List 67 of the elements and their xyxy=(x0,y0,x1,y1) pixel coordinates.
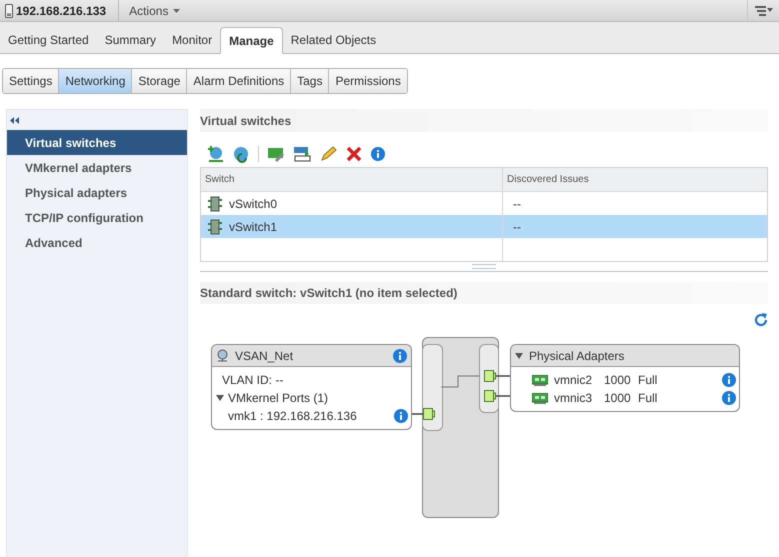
adapter-duplex: Full xyxy=(638,391,658,405)
vmkernel-port: vmk1 : 192.168.216.136 xyxy=(228,409,358,423)
table-cell: -- xyxy=(513,220,521,234)
info-icon[interactable] xyxy=(393,348,407,362)
info-icon[interactable] xyxy=(394,409,408,423)
sub-tab[interactable]: Alarm Definitions xyxy=(186,69,290,93)
sub-tab[interactable]: Settings xyxy=(3,69,58,93)
actions-menu[interactable]: Actions xyxy=(119,0,190,21)
info-icon[interactable] xyxy=(722,391,736,405)
adapters-title: Physical Adapters xyxy=(529,348,624,362)
sidebar-item[interactable]: Virtual switches xyxy=(7,130,187,155)
vlan-label: VLAN ID: -- xyxy=(222,373,284,387)
sub-tab[interactable]: Permissions xyxy=(328,69,407,93)
connector-line xyxy=(496,375,510,377)
sub-tab[interactable]: Tags xyxy=(290,69,328,93)
info-icon[interactable] xyxy=(371,147,385,161)
host-icon xyxy=(5,4,13,18)
table-cell: -- xyxy=(513,196,521,210)
refresh-network-icon[interactable] xyxy=(232,145,250,163)
table-cell: vSwitch0 xyxy=(229,196,278,210)
sub-tab[interactable]: Storage xyxy=(131,69,186,93)
tab[interactable]: Related Objects xyxy=(282,27,384,53)
tab[interactable]: Summary xyxy=(96,27,164,53)
section-title: Virtual switches xyxy=(200,109,768,132)
delete-icon[interactable] xyxy=(345,145,363,163)
switch-icon xyxy=(207,196,223,212)
adapter-speed: 1000 xyxy=(604,391,632,405)
add-network-icon[interactable] xyxy=(206,145,224,163)
adapter-speed: 1000 xyxy=(604,373,632,387)
sidebar-item[interactable]: TCP/IP configuration xyxy=(7,205,187,230)
sidebar-item[interactable]: Physical adapters xyxy=(7,180,187,205)
tab[interactable]: Monitor xyxy=(164,27,220,53)
expand-icon[interactable] xyxy=(216,394,224,402)
splitter-handle[interactable] xyxy=(472,264,496,269)
caret-icon xyxy=(173,8,180,12)
column-header[interactable]: Switch xyxy=(201,168,502,191)
connector-line xyxy=(440,376,480,388)
port-icon xyxy=(484,370,496,382)
adapter-wrench-icon[interactable] xyxy=(267,145,285,163)
sidebar-item[interactable]: Advanced xyxy=(7,230,187,255)
adapter-name: vmnic3 xyxy=(554,391,594,405)
network-card-icon xyxy=(532,392,548,404)
network-card-icon xyxy=(532,374,548,386)
adapter-name: vmnic2 xyxy=(554,373,594,387)
tab[interactable]: Manage xyxy=(220,27,283,54)
connector-line xyxy=(496,395,510,397)
host-title: 192.168.216.133 xyxy=(15,4,108,18)
port-group-name: VSAN_Net xyxy=(235,348,294,362)
adapter-duplex: Full xyxy=(638,373,658,387)
sidebar-item[interactable]: VMkernel adapters xyxy=(7,155,187,180)
tab[interactable]: Getting Started xyxy=(0,27,97,53)
ports-label: VMkernel Ports (1) xyxy=(228,391,328,405)
column-header[interactable]: Discovered Issues xyxy=(502,168,767,191)
pencil-icon[interactable] xyxy=(319,145,337,163)
table-cell: vSwitch1 xyxy=(229,220,278,234)
refresh-icon[interactable] xyxy=(754,313,768,327)
adapter-migrate-icon[interactable] xyxy=(293,145,311,163)
info-icon[interactable] xyxy=(722,373,736,387)
table-row[interactable]: vSwitch1 -- xyxy=(201,215,767,238)
detail-title: Standard switch: vSwitch1 (no item selected) xyxy=(200,282,768,304)
port-icon xyxy=(484,390,496,402)
expand-icon[interactable] xyxy=(515,352,523,360)
port-icon xyxy=(423,408,435,420)
network-icon xyxy=(216,349,229,362)
connector-line xyxy=(410,413,423,415)
switch-icon xyxy=(207,218,223,234)
sub-tab[interactable]: Networking xyxy=(58,69,132,93)
